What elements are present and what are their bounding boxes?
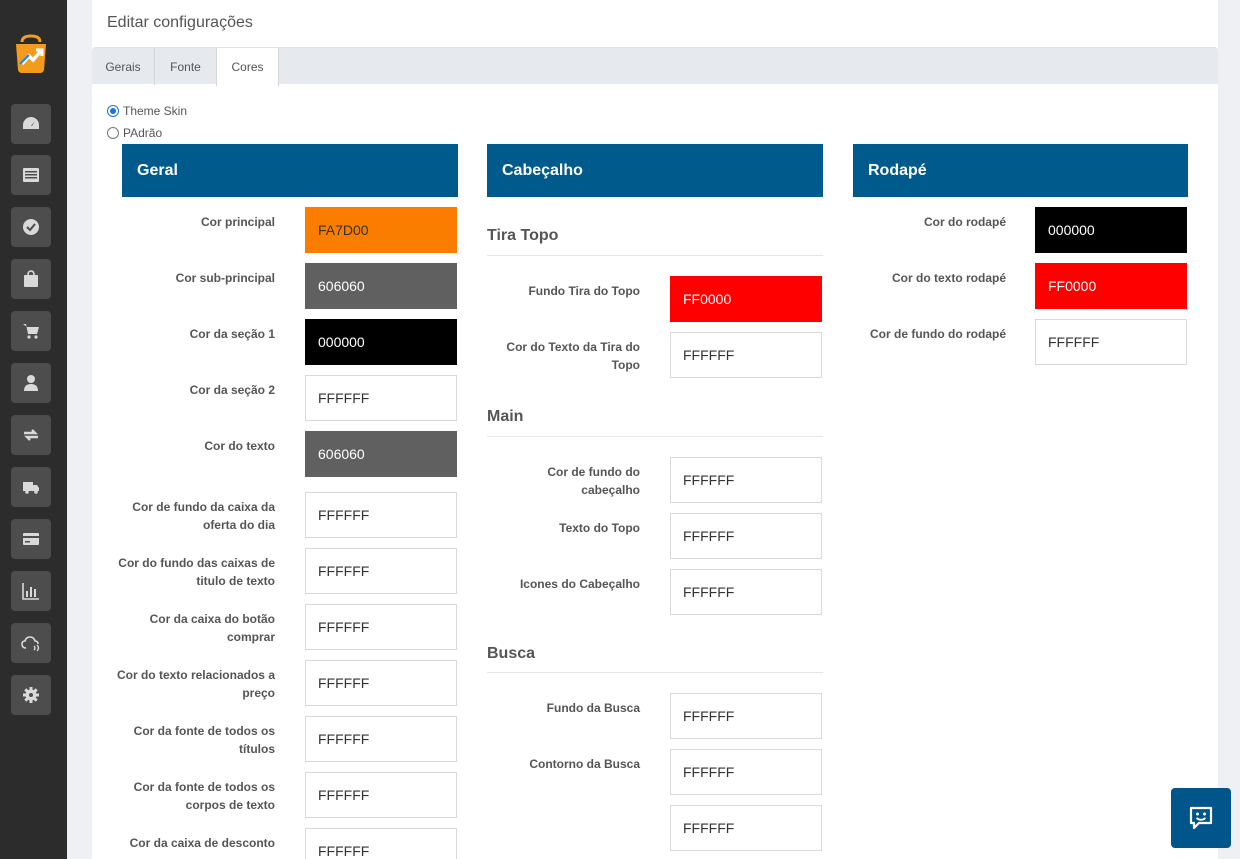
dashboard-icon[interactable] xyxy=(11,104,51,144)
field-label: Cor principal xyxy=(200,215,275,229)
color-input-oferta-dia[interactable]: FFFFFF xyxy=(305,492,457,538)
divider xyxy=(487,672,823,673)
list-icon[interactable] xyxy=(11,155,51,195)
field-label: Texto do Topo xyxy=(559,521,640,535)
field-label: Cor do texto rodapé xyxy=(891,271,1006,285)
tab-gerais[interactable]: Gerais xyxy=(92,48,155,85)
cabecalho-header: Cabeçalho xyxy=(487,144,823,197)
geral-header: Geral xyxy=(122,144,458,197)
exchange-icon[interactable] xyxy=(11,415,51,455)
color-input-texto-topo[interactable]: FFFFFF xyxy=(670,513,822,559)
field-label: Cor do fundo das caixas de titulo de tex… xyxy=(118,556,275,588)
color-input-cor-principal[interactable]: FA7D00 xyxy=(305,207,457,253)
field-label: Fundo Tira do Topo xyxy=(528,284,640,298)
rodape-header: Rodapé xyxy=(853,144,1188,197)
color-input-texto-rodape[interactable]: FF0000 xyxy=(1035,263,1187,309)
padrao-label: PAdrão xyxy=(123,126,163,140)
color-input-texto-preco[interactable]: FFFFFF xyxy=(305,660,457,706)
color-input-fundo-rodape[interactable]: FFFFFF xyxy=(1035,319,1187,365)
tab-fonte[interactable]: Fonte xyxy=(155,48,217,85)
padrao-radio[interactable] xyxy=(107,127,119,139)
user-icon[interactable] xyxy=(11,363,51,403)
color-input-cor-texto[interactable]: 606060 xyxy=(305,431,457,477)
main-heading: Main xyxy=(487,408,524,425)
chat-icon xyxy=(1189,806,1213,830)
color-input-cor-secao-2[interactable]: FFFFFF xyxy=(305,375,457,421)
field-label: Cor da seção 1 xyxy=(189,327,275,341)
theme-skin-option[interactable]: Theme Skin xyxy=(107,104,187,118)
settings-panel: Editar configurações Gerais Fonte Cores … xyxy=(92,0,1218,859)
color-input-fundo-cabecalho[interactable]: FFFFFF xyxy=(670,457,822,503)
bag-icon[interactable] xyxy=(11,259,51,299)
color-input-fundo-tira-topo[interactable]: FF0000 xyxy=(670,276,822,322)
card-icon[interactable] xyxy=(11,519,51,559)
page-title: Editar configurações xyxy=(107,14,253,31)
theme-skin-label: Theme Skin xyxy=(123,104,188,118)
cart-icon[interactable] xyxy=(11,311,51,351)
field-label: Contorno da Busca xyxy=(529,757,640,771)
gear-icon[interactable] xyxy=(11,675,51,715)
tira-topo-heading: Tira Topo xyxy=(487,227,559,244)
color-input-caixas-titulo[interactable]: FFFFFF xyxy=(305,548,457,594)
theme-skin-radio[interactable] xyxy=(107,105,119,117)
field-label: Cor da caixa de desconto xyxy=(129,836,275,850)
divider xyxy=(487,436,823,437)
chart-icon[interactable] xyxy=(11,571,51,611)
field-label: Cor de fundo do rodapé xyxy=(870,327,1006,341)
color-input-busca-extra[interactable]: FFFFFF xyxy=(670,805,822,851)
field-label: Cor do texto relacionados a preço xyxy=(116,668,275,700)
color-input-icones-cabecalho[interactable]: FFFFFF xyxy=(670,569,822,615)
tab-bar: Gerais Fonte Cores xyxy=(92,47,1218,86)
tab-cores[interactable]: Cores xyxy=(216,48,279,86)
color-input-cor-rodape[interactable]: 000000 xyxy=(1035,207,1187,253)
field-label: Cor de fundo do cabeçalho xyxy=(547,465,640,497)
color-input-caixa-desconto[interactable]: FFFFFF xyxy=(305,828,457,859)
color-input-texto-tira-topo[interactable]: FFFFFF xyxy=(670,332,822,378)
sidebar xyxy=(0,0,67,859)
field-label: Cor da fonte de todos os corpos de texto xyxy=(133,780,275,812)
field-label: Cor do texto xyxy=(204,439,275,453)
field-label: Fundo da Busca xyxy=(546,701,640,715)
padrao-option[interactable]: PAdrão xyxy=(107,126,162,140)
chat-button[interactable] xyxy=(1171,788,1231,848)
field-label: Cor do rodapé xyxy=(923,215,1006,229)
divider xyxy=(487,255,823,256)
field-label: Cor sub-principal xyxy=(175,271,275,285)
field-label: Cor da seção 2 xyxy=(189,383,275,397)
field-label: Cor do Texto da Tira do Topo xyxy=(506,340,640,372)
field-label: Cor da caixa do botão comprar xyxy=(149,612,275,644)
color-input-corpos-texto[interactable]: FFFFFF xyxy=(305,772,457,818)
color-input-cor-sub-principal[interactable]: 606060 xyxy=(305,263,457,309)
cloud-icon[interactable] xyxy=(11,623,51,663)
check-icon[interactable] xyxy=(11,207,51,247)
field-label: Cor de fundo da caixa da oferta do dia xyxy=(132,500,275,532)
field-label: Icones do Cabeçalho xyxy=(519,577,640,591)
field-label: Cor da fonte de todos os títulos xyxy=(133,724,275,756)
color-input-contorno-busca[interactable]: FFFFFF xyxy=(670,749,822,795)
color-input-fundo-busca[interactable]: FFFFFF xyxy=(670,693,822,739)
color-input-cor-secao-1[interactable]: 000000 xyxy=(305,319,457,365)
logo[interactable] xyxy=(12,34,50,74)
busca-heading: Busca xyxy=(487,645,536,662)
truck-icon[interactable] xyxy=(11,467,51,507)
color-input-fonte-titulos[interactable]: FFFFFF xyxy=(305,716,457,762)
color-input-botao-comprar[interactable]: FFFFFF xyxy=(305,604,457,650)
